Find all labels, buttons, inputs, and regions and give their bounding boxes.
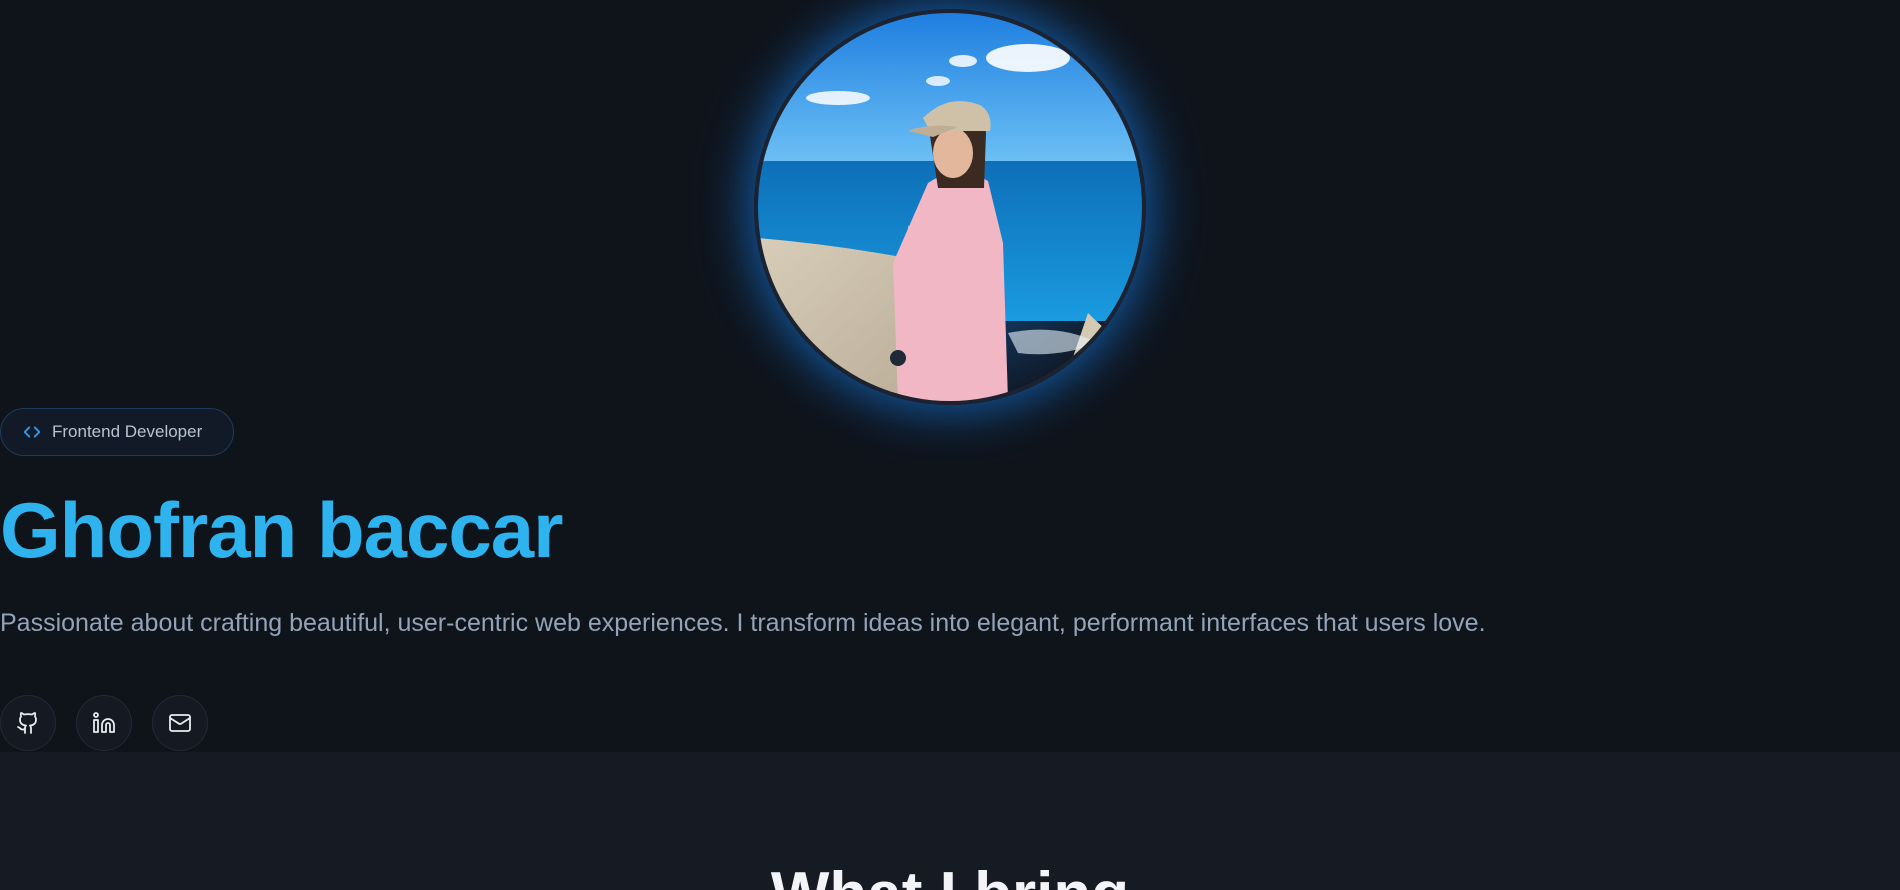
linkedin-button[interactable] — [76, 695, 132, 751]
code-icon — [21, 421, 43, 443]
email-button[interactable] — [152, 695, 208, 751]
role-badge-label: Frontend Developer — [52, 422, 203, 441]
hero-section: Frontend Developer Ghofran baccar Passio… — [0, 0, 1900, 752]
github-icon — [17, 712, 37, 734]
hero-bio: Passionate about crafting beautiful, use… — [0, 609, 1486, 637]
hero-name: Ghofran baccar — [0, 486, 564, 574]
social-links — [0, 695, 208, 751]
mail-icon — [169, 714, 191, 732]
github-button[interactable] — [0, 695, 56, 751]
section-title: What I bring — [0, 860, 1900, 890]
role-badge: Frontend Developer — [0, 408, 234, 456]
linkedin-icon — [93, 712, 115, 733]
what-i-bring-section: What I bring — [0, 752, 1900, 890]
profile-photo — [754, 9, 1146, 405]
